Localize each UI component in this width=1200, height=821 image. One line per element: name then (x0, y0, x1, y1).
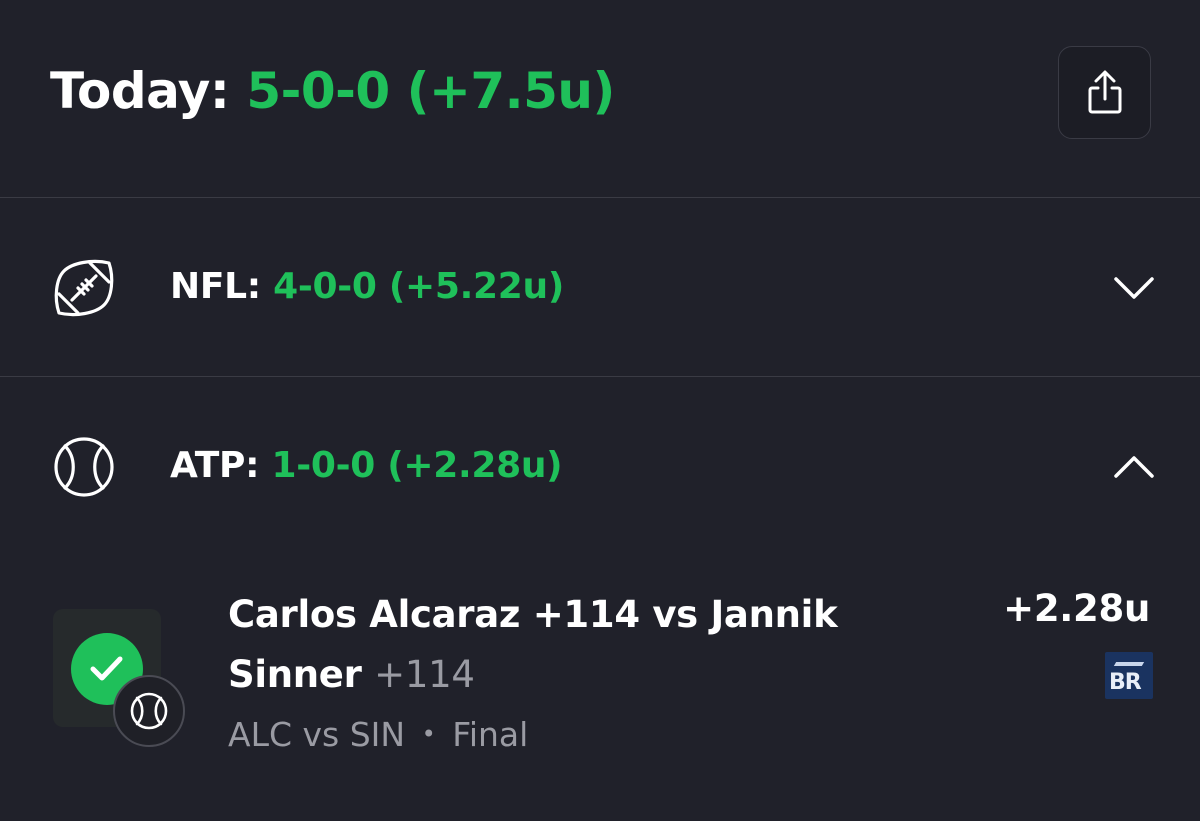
league-row-atp[interactable]: ATP: 1-0-0 (+2.28u) (0, 377, 1200, 555)
share-icon (1088, 70, 1122, 114)
league-summary: ATP: 1-0-0 (+2.28u) (170, 445, 563, 486)
today-summary: Today: 5-0-0 (+7.5u) (50, 62, 615, 120)
chevron-down-icon[interactable] (1112, 274, 1156, 302)
check-icon (90, 656, 123, 681)
bet-result: +2.28u (1003, 587, 1150, 630)
tennis-ball-icon (130, 692, 168, 730)
share-button[interactable] (1058, 46, 1151, 139)
football-icon (54, 259, 114, 317)
league-label: NFL: (170, 266, 261, 307)
chevron-up-icon[interactable] (1112, 453, 1156, 481)
matchup: ALC vs SIN (228, 715, 406, 754)
league-row-nfl[interactable]: NFL: 4-0-0 (+5.22u) (0, 198, 1200, 376)
game-status: Final (452, 715, 529, 754)
bet-selection: Carlos Alcaraz +114 vs Jannik Sinner (228, 593, 838, 696)
separator-dot: • (421, 720, 436, 748)
bet-odds: +114 (374, 653, 475, 696)
league-summary: NFL: 4-0-0 (+5.22u) (170, 266, 564, 307)
league-label: ATP: (170, 445, 260, 486)
logo-text: BR (1109, 670, 1142, 695)
today-label: Today: (50, 62, 230, 120)
sport-badge (113, 675, 185, 747)
tennis-ball-icon (54, 437, 114, 497)
today-record: 5-0-0 (+7.5u) (246, 62, 615, 120)
bet-title: Carlos Alcaraz +114 vs Jannik Sinner +11… (228, 585, 928, 705)
league-record: 1-0-0 (+2.28u) (271, 445, 563, 486)
bet-item[interactable]: Carlos Alcaraz +114 vs Jannik Sinner +11… (0, 585, 1200, 821)
league-record: 4-0-0 (+5.22u) (273, 266, 564, 307)
logo-stripe (1113, 662, 1145, 666)
bet-subtitle: ALC vs SIN • Final (228, 715, 528, 754)
sportsbook-logo: BR (1105, 652, 1153, 699)
summary-header: Today: 5-0-0 (+7.5u) (0, 0, 1200, 197)
